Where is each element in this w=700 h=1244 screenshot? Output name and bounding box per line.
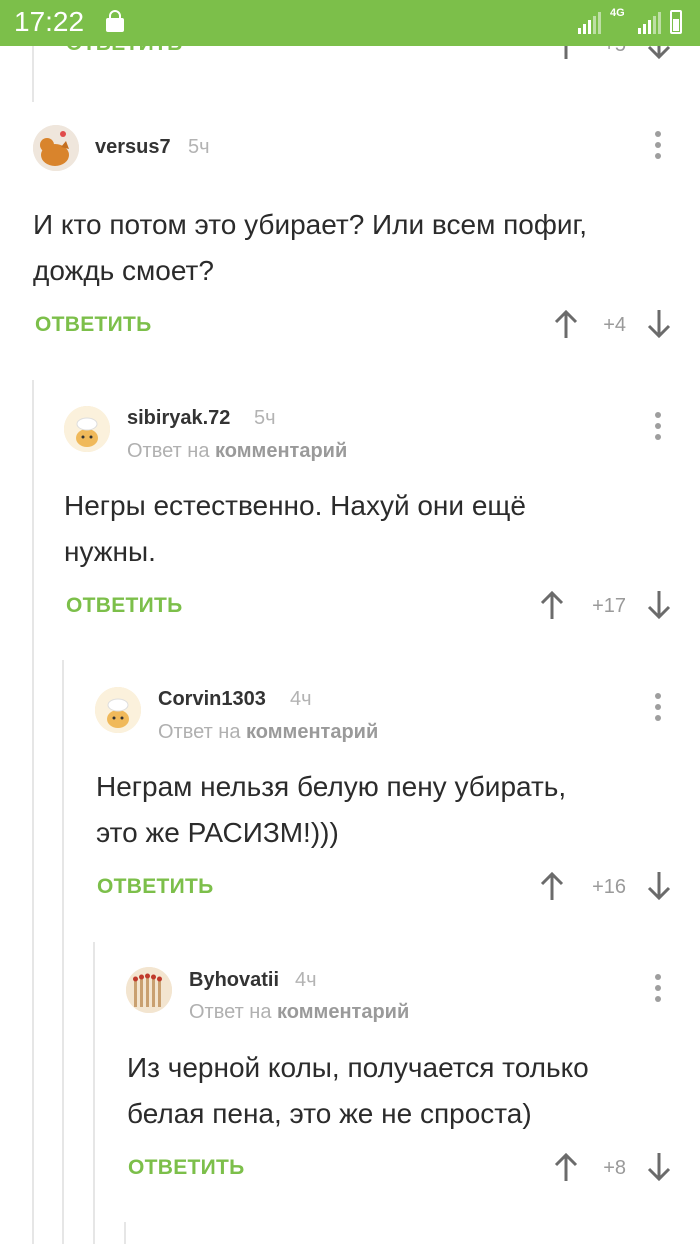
author-name[interactable]: versus7 xyxy=(95,136,171,159)
clock: 17:22 xyxy=(14,6,85,37)
battery-icon xyxy=(670,10,682,34)
more-menu-icon[interactable] xyxy=(654,131,662,164)
signal-icon xyxy=(638,12,662,39)
downvote-icon[interactable] xyxy=(646,309,672,339)
thread-line xyxy=(32,380,34,1244)
comment-time: 5ч xyxy=(188,136,210,158)
thread-line xyxy=(32,46,34,102)
thread-line xyxy=(62,660,64,1244)
status-bar: 17:22 4G xyxy=(0,0,700,46)
avatar[interactable] xyxy=(126,967,172,1013)
reply-button[interactable]: ОТВЕТИТЬ xyxy=(128,1156,245,1180)
avatar[interactable] xyxy=(33,125,79,171)
rating: +4 xyxy=(603,314,626,336)
author-name[interactable]: Corvin1303 xyxy=(158,688,266,711)
avatar[interactable] xyxy=(95,687,141,733)
comment-time: 5ч xyxy=(254,407,276,429)
shopping-bag-icon xyxy=(104,10,126,39)
downvote-icon[interactable] xyxy=(646,1152,672,1182)
comment-time: 4ч xyxy=(290,688,312,710)
avatar[interactable] xyxy=(64,406,110,452)
signal-icon xyxy=(578,12,602,39)
downvote-icon[interactable] xyxy=(646,871,672,901)
comment-text: Неграм нельзя белую пену убирать, это же… xyxy=(96,771,567,848)
reply-to-link[interactable]: Ответ на комментарий xyxy=(127,440,347,463)
network-type: 4G xyxy=(610,7,625,19)
author-name[interactable]: sibiryak.72 xyxy=(127,407,230,430)
upvote-icon[interactable] xyxy=(539,590,565,620)
downvote-icon[interactable] xyxy=(646,590,672,620)
rating: +17 xyxy=(592,595,626,617)
author-name[interactable]: Byhovatii xyxy=(189,969,279,992)
reply-to-link[interactable]: Ответ на комментарий xyxy=(158,721,378,744)
rating: +16 xyxy=(592,876,626,898)
reply-button[interactable]: ОТВЕТИТЬ xyxy=(66,594,183,618)
comment-time: 4ч xyxy=(295,969,317,991)
more-menu-icon[interactable] xyxy=(654,974,662,1007)
rating: +8 xyxy=(603,1157,626,1179)
reply-button[interactable]: ОТВЕТИТЬ xyxy=(35,313,152,337)
reply-button[interactable]: ОТВЕТИТЬ xyxy=(97,875,214,899)
more-menu-icon[interactable] xyxy=(654,412,662,445)
thread-line xyxy=(124,1222,126,1244)
comment-text: Негры естественно. Нахуй они ещё нужны. xyxy=(64,490,526,567)
comment-text: И кто потом это убирает? Или всем пофиг,… xyxy=(33,209,588,286)
comment-text: Из черной колы, получается только белая … xyxy=(127,1052,589,1129)
thread-line xyxy=(93,942,95,1244)
reply-to-link[interactable]: Ответ на комментарий xyxy=(189,1001,409,1024)
upvote-icon[interactable] xyxy=(539,871,565,901)
more-menu-icon[interactable] xyxy=(654,693,662,726)
